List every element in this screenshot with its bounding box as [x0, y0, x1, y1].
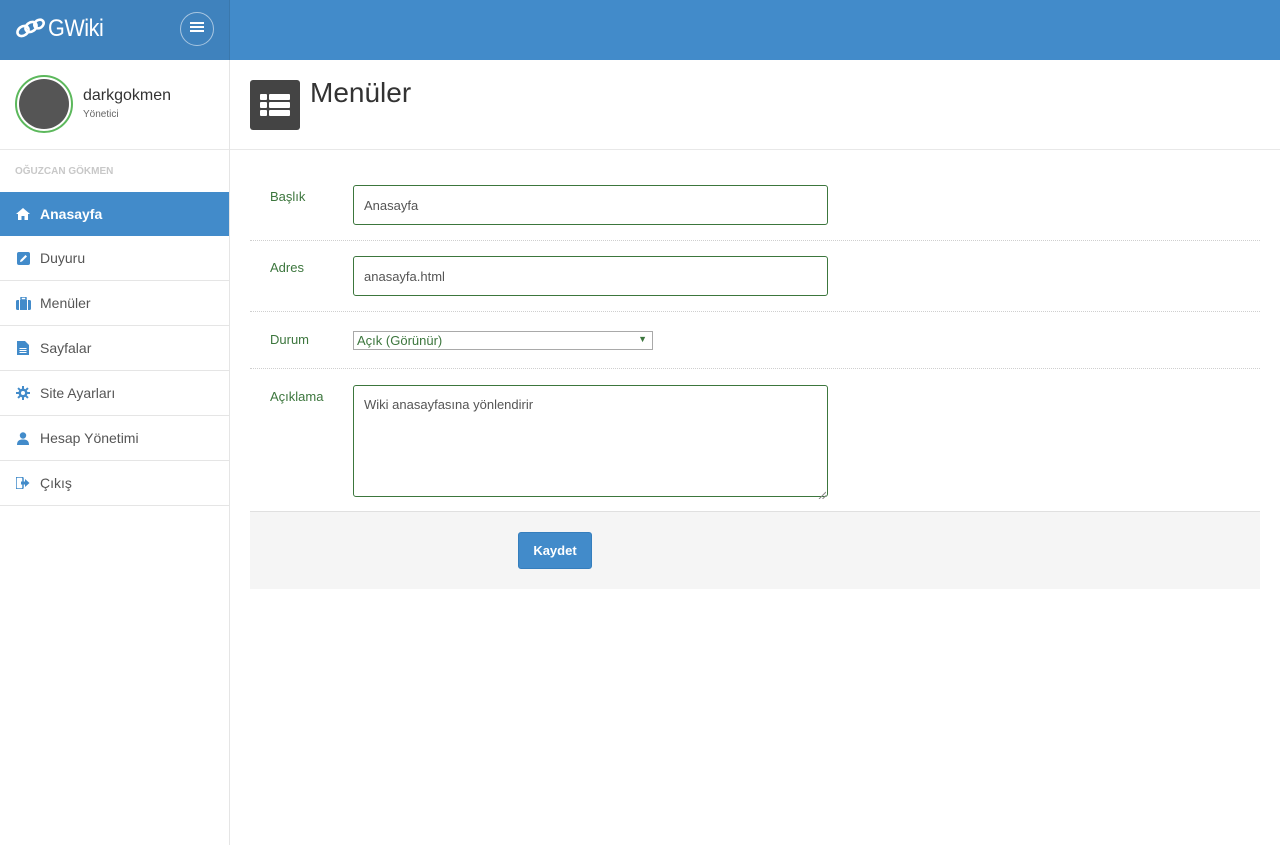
sidebar-item-duyuru[interactable]: Duyuru	[0, 236, 229, 281]
sidebar-item-menuler[interactable]: Menüler	[0, 281, 229, 326]
brand-area: GWiki	[0, 0, 230, 60]
sidebar-item-label: Hesap Yönetimi	[40, 430, 139, 446]
title-input[interactable]: Anasayfa	[353, 185, 828, 225]
logout-icon	[15, 475, 31, 491]
status-select[interactable]: Açık (Görünür) ▼	[353, 331, 653, 350]
sidebar: darkgokmen Yönetici OĞUZCAN GÖKMEN Anasa…	[0, 60, 230, 845]
sidebar-item-label: Anasayfa	[40, 205, 103, 222]
sidebar-item-label: Sayfalar	[40, 340, 92, 356]
form-row-title: Başlık Anasayfa	[250, 150, 1260, 241]
sidebar-item-site-ayarlari[interactable]: Site Ayarları	[0, 371, 229, 416]
form-row-status: Durum Açık (Görünür) ▼	[250, 312, 1260, 369]
title-label: Başlık	[270, 189, 306, 204]
sidebar-section-label: OĞUZCAN GÖKMEN	[15, 166, 114, 177]
page-header: Menüler	[230, 60, 1280, 150]
sidebar-item-label: Duyuru	[40, 250, 86, 266]
sidebar-item-anasayfa[interactable]: Anasayfa	[0, 192, 229, 236]
gear-icon	[15, 385, 31, 401]
sidebar-toggle-button[interactable]	[180, 12, 214, 46]
user-icon	[15, 430, 31, 446]
sidebar-item-label: Çıkış	[40, 475, 72, 491]
form-row-description: Açıklama Wiki anasayfasına yönlendirir	[250, 369, 1260, 512]
description-label: Açıklama	[270, 389, 324, 404]
home-icon	[15, 206, 31, 222]
description-text: Wiki anasayfasına yönlendirir	[364, 397, 534, 412]
address-input[interactable]: anasayfa.html	[353, 256, 828, 296]
resize-grip-icon[interactable]	[818, 487, 827, 500]
sidebar-item-label: Site Ayarları	[40, 385, 116, 401]
list-icon	[250, 80, 300, 130]
brand-logo-link[interactable]: GWiki	[14, 15, 109, 43]
sidebar-item-cikis[interactable]: Çıkış	[0, 461, 229, 506]
user-name: darkgokmen	[83, 87, 172, 104]
chain-link-logo-icon	[14, 16, 46, 42]
form-row-address: Adres anasayfa.html	[250, 241, 1260, 312]
briefcase-icon	[15, 295, 31, 311]
dropdown-arrow-icon: ▼	[638, 334, 647, 344]
file-icon	[15, 340, 31, 356]
user-role: Yönetici	[83, 109, 119, 120]
address-label: Adres	[270, 260, 304, 275]
user-profile: darkgokmen Yönetici	[0, 60, 229, 150]
avatar[interactable]	[15, 75, 73, 133]
status-select-value: Açık (Görünür)	[357, 333, 443, 348]
brand-name: GWiki	[48, 15, 104, 42]
form-actions: Kaydet	[250, 511, 1260, 589]
edit-icon	[15, 250, 31, 266]
save-button[interactable]: Kaydet	[518, 532, 592, 569]
hamburger-menu-icon	[190, 20, 204, 38]
status-label: Durum	[270, 332, 310, 347]
menu-edit-form: Başlık Anasayfa Adres anasayfa.html Duru…	[250, 150, 1260, 512]
sidebar-item-sayfalar[interactable]: Sayfalar	[0, 326, 229, 371]
description-textarea[interactable]: Wiki anasayfasına yönlendirir	[353, 385, 828, 500]
sidebar-item-label: Menüler	[40, 295, 91, 311]
page-title: Menüler	[310, 77, 412, 108]
sidebar-item-hesap-yonetimi[interactable]: Hesap Yönetimi	[0, 416, 229, 461]
